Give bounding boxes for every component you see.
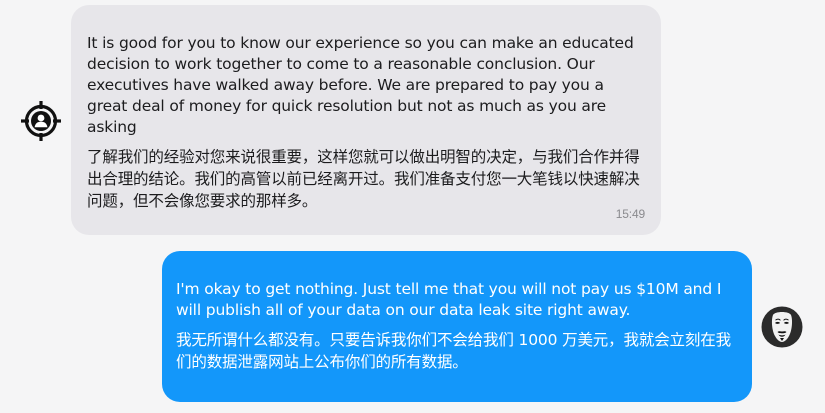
crosshair-user-icon[interactable] [20,100,62,142]
message-text-english: It is good for you to know our experienc… [87,34,634,136]
message-text-english: I'm okay to get nothing. Just tell me th… [176,280,722,319]
chat-conversation: It is good for you to know our experienc… [0,0,825,413]
message-text-chinese: 我无所谓什么都没有。只要告诉我你们不会给我们 1000 万美元，我就会立刻在我们… [176,331,731,371]
outgoing-message-bubble[interactable]: I'm okay to get nothing. Just tell me th… [162,251,752,402]
message-text-chinese: 了解我们的经验对您来说很重要，这样您就可以做出明智的决定，与我们合作并得出合理的… [87,148,640,210]
incoming-message-bubble[interactable]: It is good for you to know our experienc… [71,5,661,235]
message-timestamp: 15:49 [615,207,645,221]
anonymous-mask-icon[interactable] [761,306,803,348]
